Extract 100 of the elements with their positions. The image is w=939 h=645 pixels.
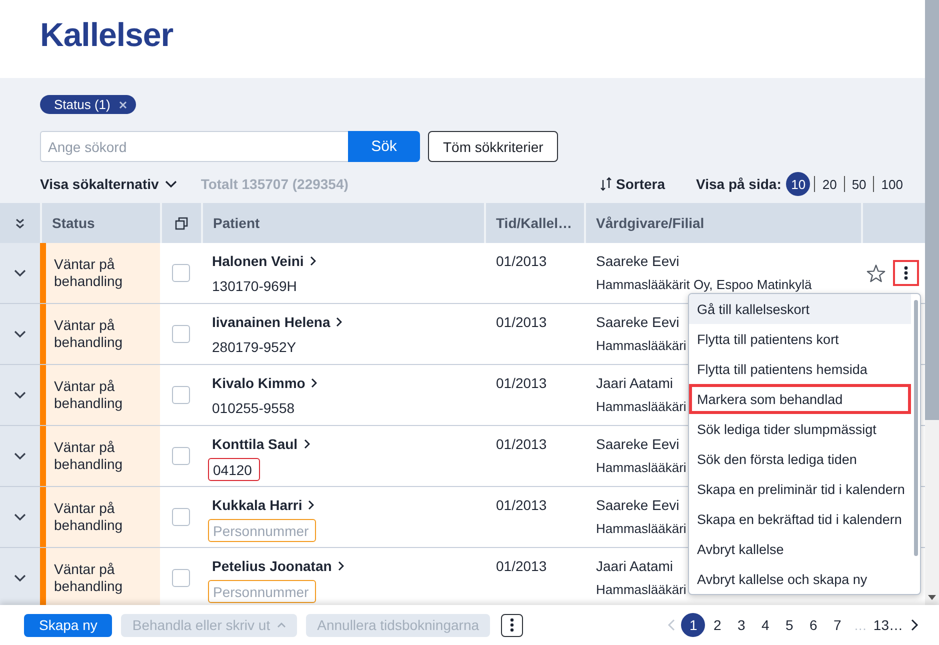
chevron-down-icon[interactable] (14, 330, 26, 338)
sort-icon[interactable] (600, 177, 612, 191)
menu-item[interactable]: Markera som behandlad (689, 384, 911, 414)
provider-name: Saareke Eevi (596, 496, 680, 514)
row-checkbox[interactable] (172, 264, 190, 282)
menu-item[interactable]: Sök lediga tider slumpmässigt (689, 414, 911, 444)
more-button[interactable] (501, 614, 524, 636)
chevron-down-icon[interactable] (164, 180, 177, 188)
page-size-option[interactable]: 50 (844, 172, 874, 196)
search-button[interactable]: Sök (348, 131, 420, 162)
date-text: 01/2013 (496, 252, 547, 270)
page-button[interactable]: 13… (871, 613, 905, 637)
more-icon[interactable] (904, 266, 908, 280)
page-title: Kallelser (40, 15, 174, 55)
menu-item[interactable]: Gå till kallelseskort (689, 294, 911, 324)
more-button[interactable] (893, 260, 919, 286)
menu-item[interactable]: Sök den första lediga tiden (689, 444, 911, 474)
chevron-right-icon[interactable] (336, 317, 342, 327)
search-field[interactable]: Ange sökord (40, 131, 348, 162)
copy-icon[interactable] (175, 216, 188, 230)
chevron-down-icon[interactable] (14, 513, 26, 521)
clinic-name: Hammaslääkäri (596, 338, 686, 354)
patient-link[interactable]: Iivanainen Helena (212, 313, 342, 331)
clinic-name: Hammaslääkäri (596, 582, 686, 598)
page-button[interactable]: 5 (777, 613, 802, 637)
row-checkbox[interactable] (172, 386, 190, 404)
page-button[interactable]: 3 (729, 613, 754, 637)
page-button[interactable]: 1 (681, 613, 706, 637)
chevrons-down-icon[interactable] (15, 218, 25, 228)
more-icon[interactable] (510, 618, 514, 632)
personal-id: 010255-9558 (212, 399, 295, 418)
chevron-right-icon[interactable] (310, 256, 316, 266)
page-size-option[interactable]: 10 (786, 172, 810, 196)
close-icon[interactable] (119, 100, 128, 108)
date-text: 01/2013 (496, 374, 547, 392)
patient-link[interactable]: Petelius Joonatan (212, 557, 344, 575)
status-cell: Väntar på behandling (40, 243, 160, 303)
chevron-down-icon[interactable] (14, 452, 26, 460)
column-header: Tid/Kallel… (484, 203, 584, 243)
page-ellipsis: … (852, 618, 868, 632)
provider-name: Saareke Eevi (596, 313, 680, 331)
patient-link[interactable]: Kivalo Kimmo (212, 374, 318, 392)
scroll-arrow-icon[interactable] (928, 595, 936, 600)
filter-chip[interactable]: Status (1) (40, 95, 136, 114)
provider-name: Jaari Aatami (596, 557, 674, 575)
row-checkbox[interactable] (172, 325, 190, 343)
date-text: 01/2013 (496, 557, 547, 575)
page-button[interactable]: 2 (705, 613, 730, 637)
column-header: Patient (201, 203, 484, 243)
menu-item[interactable]: Avbryt kallelse och skapa ny (689, 564, 911, 594)
personal-id: 280179-952Y (212, 338, 296, 357)
provider-name: Saareke Eevi (596, 435, 680, 453)
row-checkbox[interactable] (172, 508, 190, 526)
primary-button[interactable]: Skapa ny (24, 614, 112, 636)
chevron-down-icon[interactable] (14, 574, 26, 582)
patient-link[interactable]: Halonen Veini (212, 252, 316, 270)
sort-button[interactable]: Sortera (600, 176, 666, 192)
chevron-right-icon[interactable] (304, 439, 310, 449)
chevron-right-icon[interactable] (911, 619, 919, 631)
personal-id-field[interactable]: 04120 (208, 458, 260, 481)
scrollbar[interactable] (925, 0, 939, 605)
menu-item[interactable]: Flytta till patientens hemsida (689, 354, 911, 384)
page-size-option[interactable]: 20 (815, 172, 844, 196)
page-size-label: Visa på sida: (696, 176, 782, 192)
column-header: Vårdgivare/Filial (584, 203, 861, 243)
chevron-right-icon[interactable] (338, 561, 344, 571)
total-count: Totalt 135707 (229354) (200, 176, 348, 192)
menu-item[interactable]: Flytta till patientens kort (689, 324, 911, 354)
status-cell: Väntar på behandling (40, 426, 160, 486)
provider-name: Jaari Aatami (596, 374, 674, 392)
menu-item[interactable]: Avbryt kallelse (689, 534, 911, 564)
patient-link[interactable]: Kukkala Harri (212, 496, 314, 514)
search-options-toggle[interactable]: Visa sökalternativ (40, 176, 177, 192)
clear-criteria-button[interactable]: Töm sökkriterier (428, 131, 558, 162)
clinic-name: Hammaslääkärit Oy, Espoo Matinkylä (596, 277, 812, 293)
status-cell: Väntar på behandling (40, 487, 160, 547)
menu-item[interactable]: Skapa en preliminär tid i kalendern (689, 474, 911, 504)
personal-id: 130170-969H (212, 277, 297, 296)
chevron-right-icon[interactable] (311, 378, 318, 388)
date-text: 01/2013 (496, 496, 547, 514)
page-button[interactable]: 7 (825, 613, 850, 637)
personal-id-field[interactable]: Personnummer (208, 519, 316, 542)
menu-item[interactable]: Skapa en bekräftad tid i kalendern (689, 504, 911, 534)
chevron-right-icon[interactable] (308, 500, 314, 510)
chevron-down-icon[interactable] (14, 269, 26, 277)
provider-name: Saareke Eevi (596, 252, 680, 270)
clinic-name: Hammaslääkäri (596, 521, 686, 537)
chevron-down-icon[interactable] (14, 391, 26, 399)
chevron-up-icon (277, 622, 286, 628)
status-cell: Väntar på behandling (40, 548, 160, 605)
row-checkbox[interactable] (172, 569, 190, 587)
page-button[interactable]: 4 (753, 613, 778, 637)
row-checkbox[interactable] (172, 447, 190, 465)
star-icon[interactable] (866, 264, 886, 282)
page-size-option[interactable]: 100 (874, 172, 910, 196)
date-text: 01/2013 (496, 435, 547, 453)
clinic-name: Hammaslääkäri (596, 399, 686, 415)
patient-link[interactable]: Konttila Saul (212, 435, 310, 453)
page-button[interactable]: 6 (801, 613, 826, 637)
personal-id-field[interactable]: Personnummer (208, 580, 316, 603)
